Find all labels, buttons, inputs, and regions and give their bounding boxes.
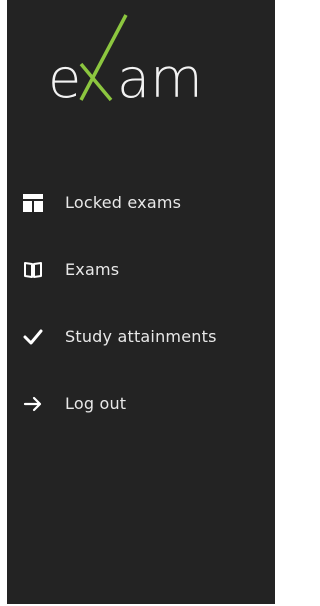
svg-text:am: am (117, 47, 203, 110)
arrow-right-icon (22, 393, 44, 415)
sidebar-item-log-out[interactable]: Log out (7, 369, 275, 436)
checkmark-icon (22, 326, 44, 348)
sidebar-item-exams[interactable]: Exams (7, 235, 275, 302)
sidebar-item-study-attainments[interactable]: Study attainments (7, 302, 275, 369)
sidebar-item-locked-exams[interactable]: Locked exams (7, 168, 275, 235)
sidebar-nav: Locked exams Exams Study attainments Log… (7, 168, 275, 436)
sidebar: e am Locked exams Exams Study attainment… (7, 0, 275, 604)
svg-text:e: e (48, 47, 81, 110)
book-icon (22, 259, 44, 281)
layout-icon (22, 192, 44, 214)
exam-logo-graphic: e am (48, 14, 203, 110)
sidebar-item-label: Log out (65, 394, 127, 413)
sidebar-item-label: Study attainments (65, 327, 217, 346)
exam-logo[interactable]: e am (42, 10, 242, 110)
sidebar-item-label: Locked exams (65, 193, 182, 212)
sidebar-item-label: Exams (65, 260, 120, 279)
